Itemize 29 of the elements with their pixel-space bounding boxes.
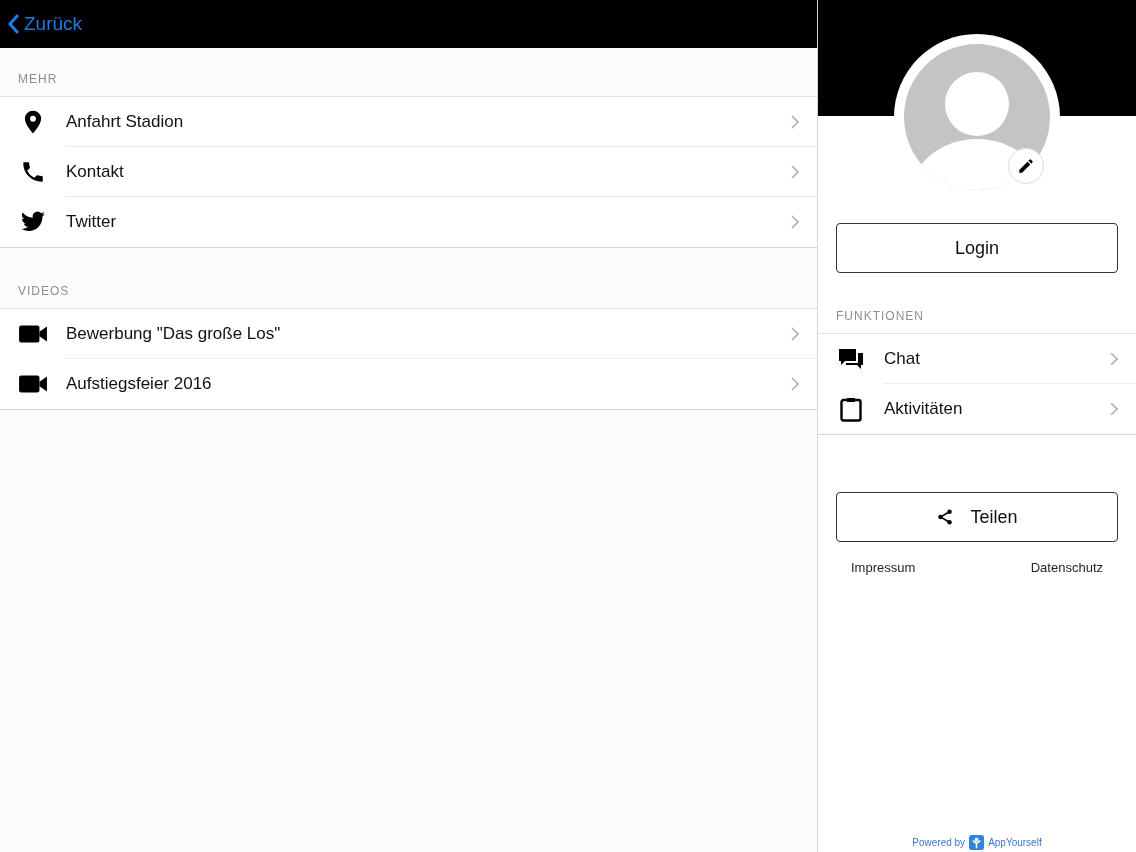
list-item[interactable]: Bewerbung "Das große Los" (0, 309, 817, 359)
back-chevron-icon (8, 13, 20, 35)
list-item[interactable]: Twitter (0, 197, 817, 247)
chevron-icon (791, 215, 799, 229)
list-item[interactable]: Kontakt (0, 147, 817, 197)
powered-by-text: Powered by (912, 836, 966, 850)
chevron-icon (791, 377, 799, 391)
chevron-icon (791, 114, 799, 129)
footer-link[interactable]: Datenschutz (1030, 558, 1103, 578)
section-header: MEHR (17, 71, 59, 88)
share-icon (936, 508, 955, 526)
section-header: FUNKTIONEN (835, 308, 925, 325)
share-button[interactable]: Teilen (836, 492, 1118, 542)
back-button[interactable]: Zurück (8, 9, 83, 39)
list-item[interactable]: Aufstiegsfeier 2016 (0, 359, 817, 409)
chevron-icon (791, 326, 799, 341)
brand-name: AppYourself (988, 836, 1042, 850)
chevron-icon (1110, 402, 1118, 416)
pencil-icon (1017, 157, 1035, 175)
chevron-icon (791, 164, 799, 179)
login-button[interactable]: Login (836, 223, 1118, 273)
section-header: VIDEOS (17, 283, 71, 300)
list-item[interactable]: Anfahrt Stadion (0, 97, 817, 147)
clipboard-icon (838, 396, 864, 422)
phone-icon (20, 159, 46, 185)
footer-link[interactable]: Impressum (851, 558, 916, 578)
chevron-icon (1110, 351, 1118, 366)
list-item[interactable]: Aktivitäten (818, 384, 1136, 434)
list-item[interactable]: Chat (818, 334, 1136, 384)
